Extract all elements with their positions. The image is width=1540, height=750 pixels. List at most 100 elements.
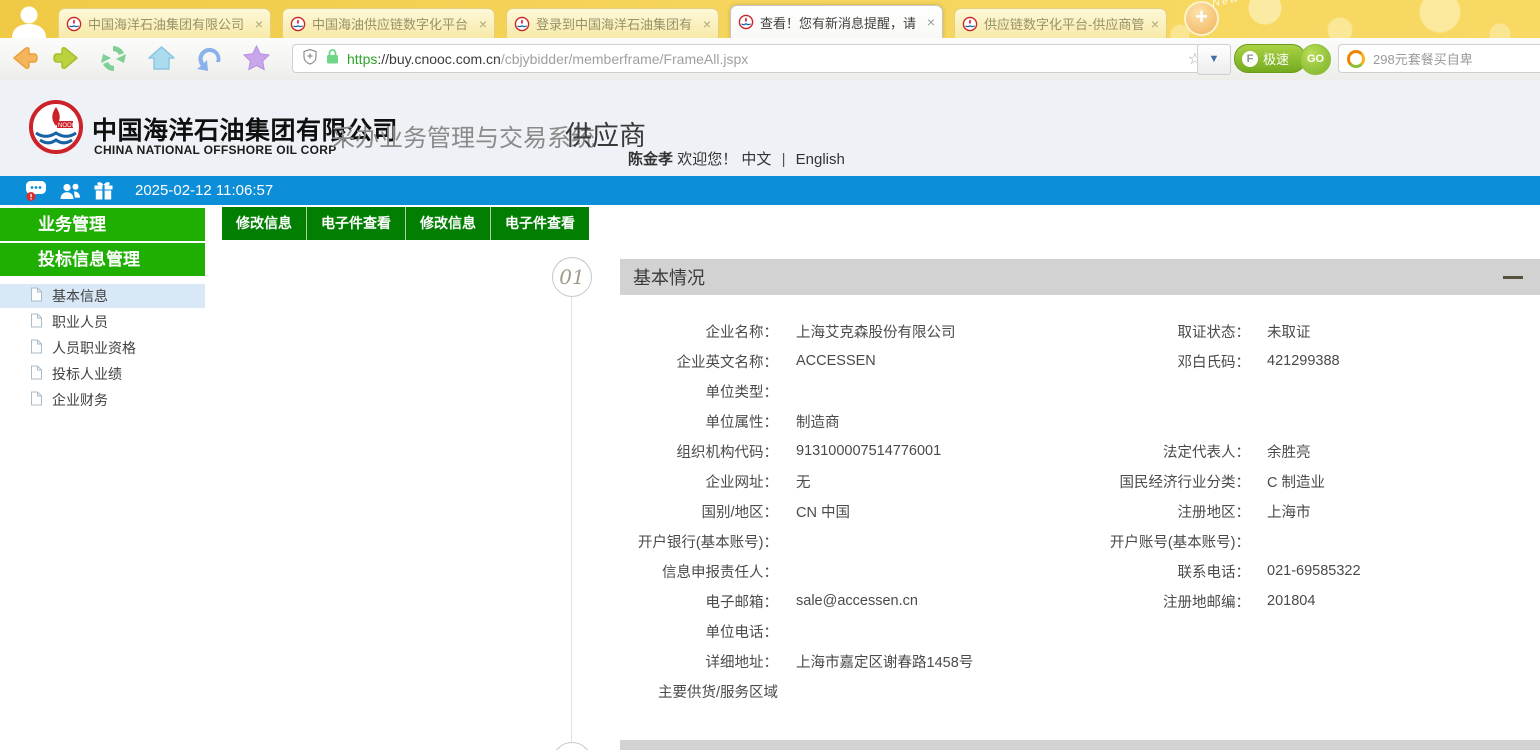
welcome-text: 欢迎您！ [677, 151, 737, 168]
sidebar-item[interactable]: 基本信息 [0, 284, 205, 308]
field-label: 企业英文名称： [620, 351, 778, 372]
lang-english-link[interactable]: English [796, 151, 845, 168]
search-input[interactable] [1371, 50, 1540, 67]
page-icon [30, 391, 43, 409]
browser-tab[interactable]: 中国海油供应链数字化平台 × [282, 8, 495, 38]
field-value: 上海艾克森股份有限公司 [778, 321, 1080, 342]
message-icon[interactable] [24, 180, 48, 202]
forward-icon[interactable] [52, 43, 83, 74]
sidebar-item[interactable]: 职业人员 [0, 310, 205, 334]
action-button[interactable]: 电子件查看 [491, 207, 589, 240]
browser-tab[interactable]: 查看！您有新消息提醒，请 × [730, 5, 943, 38]
field-value: 上海市嘉定区谢春路1458号 [778, 651, 1080, 672]
tab-label: 中国海油供应链数字化平台 [312, 14, 474, 33]
field-value: 制造商 [778, 411, 1080, 432]
field-value: 余胜亮 [1250, 441, 1311, 462]
action-button[interactable]: 电子件查看 [307, 207, 406, 240]
form-row: 国别/地区：CN 中国注册地区：上海市 [620, 496, 1540, 526]
field-value: 未取证 [1250, 321, 1311, 342]
page-icon [30, 287, 43, 305]
field-label: 企业名称： [620, 321, 778, 342]
back-icon[interactable] [8, 43, 39, 74]
field-label: 联系电话： [1080, 561, 1250, 582]
field-label: 信息申报责任人： [620, 561, 778, 582]
form-row: 组织机构代码：913100007514776001法定代表人：余胜亮 [620, 436, 1540, 466]
tab-strip: 中国海洋石油集团有限公司×中国海油供应链数字化平台×登录到中国海洋石油集团有×查… [58, 4, 1219, 38]
form-row: 详细地址：上海市嘉定区谢春路1458号 [620, 646, 1540, 676]
home-icon[interactable] [146, 43, 177, 74]
field-label: 开户银行(基本账号)： [620, 531, 778, 552]
close-icon[interactable]: × [255, 17, 263, 31]
welcome-bar: 陈金孝 欢迎您！ 中文 | English [628, 148, 845, 169]
close-icon[interactable]: × [479, 17, 487, 31]
gift-icon[interactable] [93, 180, 114, 201]
contacts-icon[interactable] [59, 181, 82, 201]
sidebar-item-label: 职业人员 [52, 312, 108, 332]
browser-tab[interactable]: 登录到中国海洋石油集团有× [506, 8, 719, 38]
collapse-icon[interactable] [1503, 276, 1523, 279]
field-value: 021-69585322 [1250, 563, 1361, 579]
go-button[interactable]: GO [1300, 44, 1331, 75]
browser-tab-bar: 中国海洋石油集团有限公司×中国海油供应链数字化平台×登录到中国海洋石油集团有×查… [0, 0, 1540, 38]
field-label: 开户账号(基本账号)： [1080, 531, 1250, 552]
close-icon[interactable]: × [1151, 17, 1159, 31]
field-value: 421299388 [1250, 353, 1340, 369]
url-dropdown-button[interactable]: ▼ [1197, 44, 1231, 75]
speed-mode-letter: F [1242, 51, 1258, 67]
sidebar-item[interactable]: 企业财务 [0, 388, 205, 412]
datetime-text: 2025-02-12 11:06:57 [135, 182, 273, 199]
section-title: 基本情况 [633, 264, 705, 290]
address-bar[interactable]: https://buy.cnooc.com.cn/cbjybidder/memb… [292, 44, 1212, 73]
sidebar-group-header[interactable]: 投标信息管理 [0, 243, 205, 276]
cnooc-favicon [962, 16, 978, 32]
browser-toolbar: https://buy.cnooc.com.cn/cbjybidder/memb… [0, 38, 1540, 81]
tab-label: 查看！您有新消息提醒，请 [760, 13, 922, 32]
url-text: https://buy.cnooc.com.cn/cbjybidder/memb… [347, 51, 748, 67]
status-bar: 2025-02-12 11:06:57 [0, 176, 1540, 205]
lang-chinese-link[interactable]: 中文 [741, 151, 771, 168]
form-row: 主要供货/服务区域 [620, 676, 1540, 706]
form-row: 单位电话： [620, 616, 1540, 646]
action-button[interactable]: 修改信息 [222, 207, 307, 240]
action-button[interactable]: 修改信息 [406, 207, 491, 240]
tab-label: 中国海洋石油集团有限公司 [88, 14, 250, 33]
favorites-star-icon[interactable] [241, 43, 272, 74]
field-label: 主要供货/服务区域 [620, 681, 778, 702]
field-label: 单位电话： [620, 621, 778, 642]
shield-icon[interactable] [302, 48, 318, 70]
field-label: 注册地邮编： [1080, 591, 1250, 612]
main-content: 修改信息电子件查看修改信息电子件查看 01 基本情况 企业名称：上海艾克森股份有… [205, 205, 1540, 750]
speed-mode-button[interactable]: F 极速 [1234, 44, 1306, 73]
cnooc-favicon [738, 14, 754, 30]
undo-icon[interactable] [194, 43, 225, 74]
field-value: C 制造业 [1250, 471, 1325, 492]
search-box[interactable] [1338, 44, 1540, 73]
form-row: 电子邮箱：sale@accessen.cn注册地邮编：201804 [620, 586, 1540, 616]
field-label: 邓白氏码： [1080, 351, 1250, 372]
lock-icon [325, 48, 340, 70]
basic-info-form: 企业名称：上海艾克森股份有限公司取证状态：未取证企业英文名称：ACCESSEN邓… [620, 295, 1540, 706]
sidebar-item[interactable]: 投标人业绩 [0, 362, 205, 386]
sidebar-group-header[interactable]: 业务管理 [0, 208, 205, 241]
next-section-header [620, 740, 1540, 750]
section-timeline [571, 296, 572, 742]
new-tab-button[interactable]: +New [1184, 1, 1219, 36]
browser-tab[interactable]: 中国海洋石油集团有限公司 × [58, 8, 271, 38]
cnooc-logo: NOOC [26, 97, 86, 162]
form-row: 企业英文名称：ACCESSEN邓白氏码：421299388 [620, 346, 1540, 376]
section-header: 基本情况 [620, 259, 1540, 295]
page-icon [30, 313, 43, 331]
user-avatar-icon[interactable] [6, 4, 52, 38]
field-label: 单位类型： [620, 381, 778, 402]
section-number-badge: 01 [552, 257, 592, 297]
refresh-icon[interactable] [98, 43, 129, 74]
sidebar-item[interactable]: 人员职业资格 [0, 336, 205, 360]
browser-tab[interactable]: 供应链数字化平台-供应商管× [954, 8, 1167, 38]
close-icon[interactable]: × [703, 17, 711, 31]
new-tab-label: New [1211, 0, 1241, 10]
sidebar-groups: 业务管理投标信息管理 [0, 208, 205, 276]
field-label: 详细地址： [620, 651, 778, 672]
next-section-number-badge [552, 742, 592, 750]
svg-text:NOOC: NOOC [58, 123, 77, 129]
close-icon[interactable]: × [927, 15, 935, 29]
